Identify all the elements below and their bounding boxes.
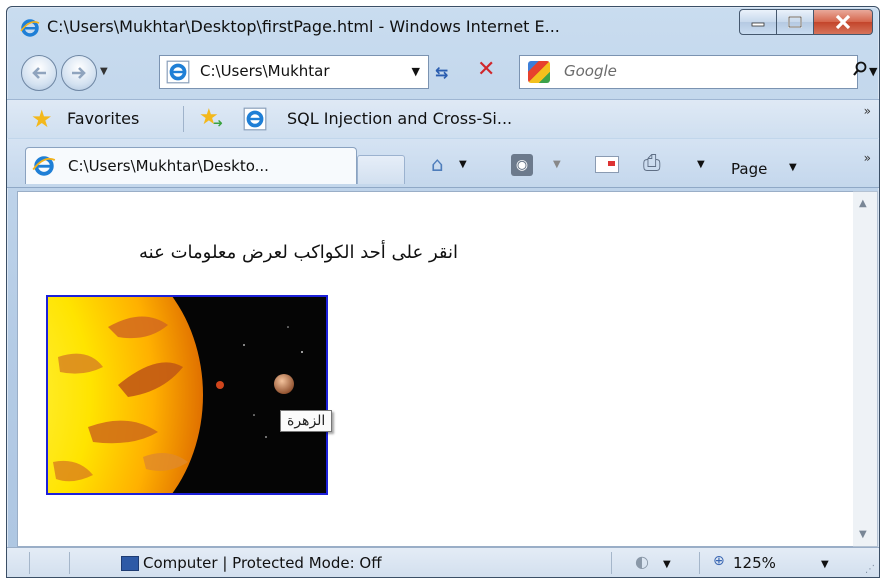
print-dropdown[interactable]: ▼: [697, 159, 705, 170]
green-arrow-icon: ➜: [213, 116, 224, 130]
caption-buttons: [739, 9, 873, 35]
window-title: C:\Users\Mukhtar\Desktop\firstPage.html …: [47, 17, 560, 36]
back-button[interactable]: [21, 55, 57, 91]
zoom-dropdown[interactable]: ▼: [821, 559, 829, 570]
browser-window: C:\Users\Mukhtar\Desktop\firstPage.html …: [6, 6, 880, 578]
zoom-level[interactable]: 125%: [733, 554, 776, 572]
more-commands-chevron-icon[interactable]: »: [864, 151, 871, 165]
favorites-label: Favorites: [67, 109, 140, 128]
divider: [611, 552, 612, 574]
maximize-button[interactable]: [777, 9, 814, 35]
solar-system-image-map[interactable]: [46, 295, 328, 495]
resize-grip-icon[interactable]: ⋰: [865, 564, 875, 575]
ie-page-icon: [166, 60, 190, 84]
globe-icon[interactable]: ◐: [635, 552, 649, 571]
favorite-link-label: SQL Injection and Cross-Si...: [287, 109, 513, 128]
forward-arrow-icon: [72, 67, 86, 79]
ie-icon: [32, 156, 56, 176]
tab-label: C:\Users\Mukhtar\Deskto...: [68, 157, 269, 175]
tab-active[interactable]: C:\Users\Mukhtar\Deskto...: [25, 147, 357, 184]
security-zone-status[interactable]: Computer | Protected Mode: Off: [143, 554, 382, 572]
address-dropdown[interactable]: ▼: [412, 65, 420, 78]
planet-tooltip: الزهرة: [280, 410, 333, 432]
vertical-scrollbar[interactable]: ▲ ▼: [853, 191, 878, 547]
address-bar[interactable]: C:\Users\Mukhtar ▼: [159, 55, 429, 89]
zoom-icon: ⊕: [713, 553, 725, 569]
rss-icon[interactable]: ◉: [511, 154, 533, 176]
stop-icon: ✕: [477, 57, 496, 82]
back-arrow-icon: [32, 67, 46, 79]
page-menu-label: Page: [731, 160, 768, 178]
forward-button[interactable]: [61, 55, 97, 91]
stop-button[interactable]: ✕: [477, 57, 495, 82]
refresh-button[interactable]: ⇆: [435, 63, 448, 82]
minimize-button[interactable]: [739, 9, 777, 35]
title-bar: C:\Users\Mukhtar\Desktop\firstPage.html …: [7, 7, 879, 45]
ie-icon: [20, 19, 40, 37]
home-icon[interactable]: ⌂: [431, 153, 444, 175]
status-bar: Computer | Protected Mode: Off ◐ ▼ ⊕ 125…: [7, 547, 879, 577]
search-input[interactable]: Google: [564, 62, 617, 80]
star-icon: ★: [31, 105, 53, 133]
favorites-bar: ★ Favorites ★ ➜ SQL Injection and Cross-…: [7, 99, 879, 138]
minimize-icon: [751, 22, 765, 27]
scroll-up-icon[interactable]: ▲: [859, 198, 867, 209]
divider: [699, 552, 700, 574]
home-dropdown[interactable]: ▼: [459, 159, 467, 170]
close-button[interactable]: [814, 9, 873, 35]
maximize-icon: [788, 16, 802, 28]
divider: [69, 552, 70, 574]
search-icon: [853, 61, 867, 76]
divider: [29, 552, 30, 574]
chevron-down-icon: ▼: [789, 162, 797, 173]
navigation-bar: ▼ C:\Users\Mukhtar ▼ ⇆ ✕ Google ▼: [7, 51, 879, 91]
close-icon: [835, 14, 851, 30]
refresh-icon: ⇆: [435, 63, 449, 82]
search-options-dropdown[interactable]: ▼: [869, 65, 877, 78]
feeds-dropdown[interactable]: ▼: [553, 159, 561, 170]
tab-row: C:\Users\Mukhtar\Deskto... ⌂ ▼ ◉ ▼ ⎙ ▼ P…: [7, 139, 879, 188]
page-content: انقر على أحد الكواكب لعرض معلومات عنه ال…: [17, 191, 865, 547]
new-tab-button[interactable]: [357, 155, 405, 184]
google-logo-icon: [528, 61, 550, 83]
recent-pages-dropdown[interactable]: ▼: [100, 66, 108, 77]
ie-page-icon: [243, 107, 267, 131]
computer-icon: [121, 556, 139, 571]
security-dropdown[interactable]: ▼: [663, 559, 671, 570]
address-input[interactable]: C:\Users\Mukhtar: [200, 62, 386, 80]
print-icon[interactable]: ⎙: [643, 153, 661, 175]
more-favorites-chevron-icon[interactable]: »: [864, 104, 871, 118]
sun-and-planets-image: [48, 297, 326, 493]
instruction-text: انقر على أحد الكواكب لعرض معلومات عنه: [139, 242, 458, 263]
divider: [183, 106, 184, 132]
scroll-down-icon[interactable]: ▼: [859, 529, 867, 540]
search-box[interactable]: Google: [519, 55, 858, 89]
search-button[interactable]: [852, 61, 868, 81]
mail-icon[interactable]: [595, 156, 619, 173]
